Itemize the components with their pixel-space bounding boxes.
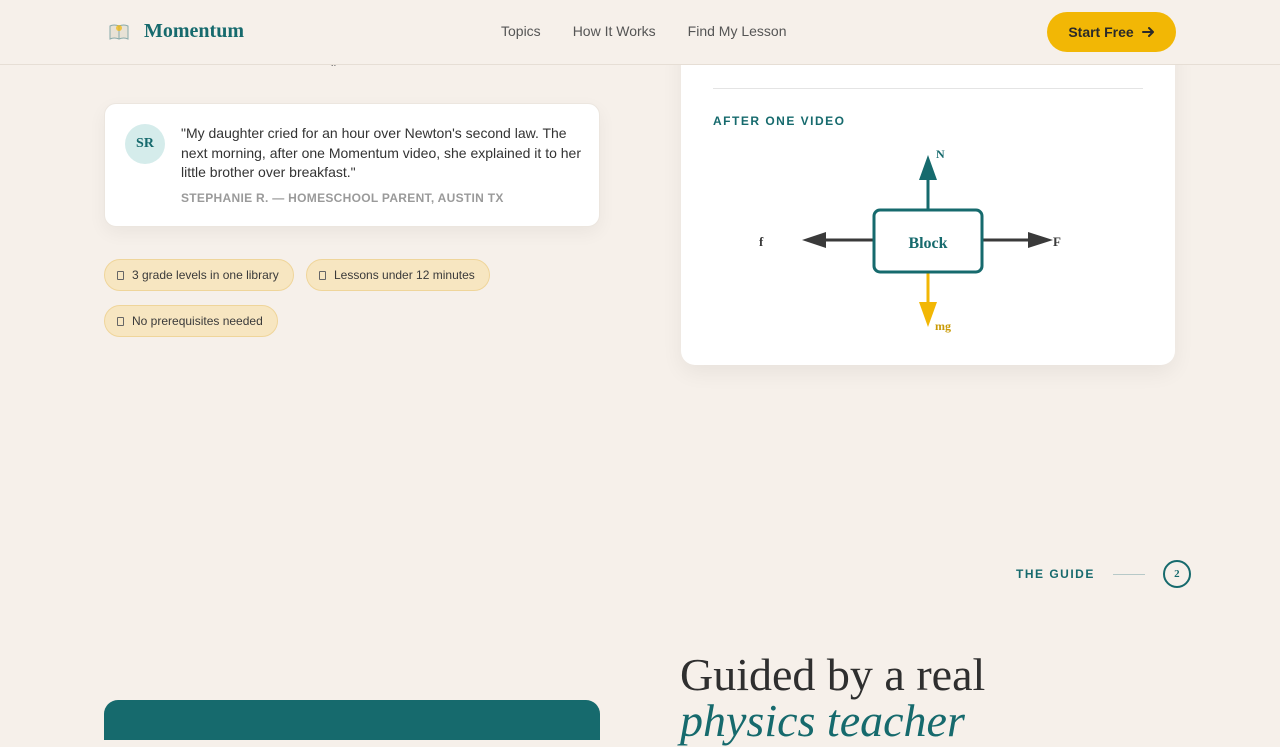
book-icon [109,24,129,40]
block-label: Block [908,235,947,252]
chip-label: No prerequisites needed [132,314,263,328]
top-nav: Momentum Topics How It Works Find My Les… [0,0,1280,65]
feature-chip: No prerequisites needed [104,305,278,337]
applied-force-label: F [1053,234,1061,249]
chip-icon [117,316,124,326]
applied-force-arrowhead [1028,232,1053,248]
start-free-label: Start Free [1068,24,1134,40]
friction-arrowhead [802,232,826,248]
arrow-right-icon [1141,27,1154,37]
normal-force-label: N [936,147,945,161]
teacher-card [104,700,600,740]
logo[interactable]: Momentum [108,20,244,43]
nav-links: Topics How It Works Find My Lesson [501,23,787,39]
testimonial-attribution: STEPHANIE R. — HOMESCHOOL PARENT, AUSTIN… [181,191,504,205]
chip-label: 3 grade levels in one library [132,268,279,282]
section-headline-accent: physics teacher [680,695,965,746]
weight-label: mg [935,319,951,333]
chip-icon [319,270,326,280]
testimonial-quote: "My daughter cried for an hour over Newt… [181,125,581,180]
feature-chip: 3 grade levels in one library [104,259,294,291]
chip-icon [117,270,124,280]
section-line [1112,573,1145,575]
nav-link-how-it-works[interactable]: How It Works [573,23,656,39]
nav-link-find-my-lesson[interactable]: Find My Lesson [688,23,787,39]
free-body-diagram: N mg f F Block [759,147,1061,333]
logo-text: Momentum [144,20,244,42]
avatar: SR [125,124,165,164]
normal-force-arrowhead [919,155,937,180]
start-free-button[interactable]: Start Free [1047,12,1176,52]
testimonial-card: SR "My daughter cried for an hour over N… [104,103,600,227]
section-marker: THE GUIDE 2 [1016,560,1191,588]
chip-label: Lessons under 12 minutes [334,268,475,282]
friction-label: f [759,234,764,249]
nav-link-topics[interactable]: Topics [501,23,541,39]
section-label: THE GUIDE [1016,567,1095,581]
diagram-card: AFTER ONE VIDEO N mg f F Block [681,40,1175,365]
feature-chip: Lessons under 12 minutes [306,259,490,291]
section-number: 2 [1162,560,1191,588]
